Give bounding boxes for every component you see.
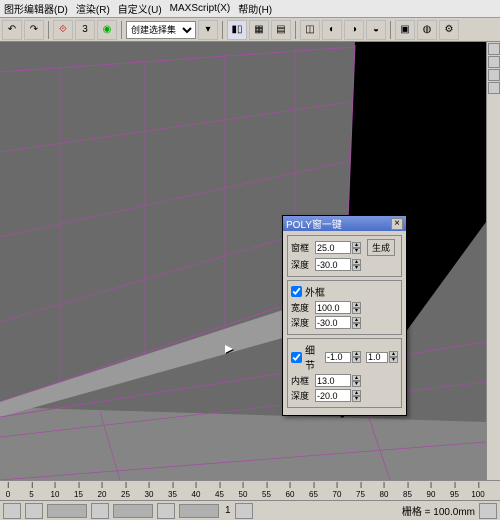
create-tab[interactable] bbox=[488, 43, 500, 55]
status-bar: 1 栅格 = 100.0mm bbox=[0, 500, 500, 520]
command-panel bbox=[486, 42, 500, 480]
poly-window-dialog: POLY窗一键 × 窗框 ▴▾ 生成 深度 ▴▾ 外框 宽度 ▴▾ 深度 ▴▾ bbox=[282, 215, 407, 416]
depth-spinner-1[interactable]: ▴▾ bbox=[315, 258, 361, 271]
grid-label: 栅格 = 100.0mm bbox=[402, 503, 475, 518]
status-button-1[interactable] bbox=[3, 503, 21, 519]
menu-help[interactable]: 帮助(H) bbox=[238, 1, 272, 16]
status-button-6[interactable] bbox=[479, 503, 497, 519]
link-button[interactable]: ⟐ bbox=[53, 20, 73, 40]
timeline[interactable]: 0510152025303540455055606570758085909510… bbox=[0, 480, 500, 500]
modify-tab[interactable] bbox=[488, 56, 500, 68]
separator bbox=[222, 21, 223, 39]
spinner-snap-button[interactable]: ◒ bbox=[366, 20, 386, 40]
depth-label-1: 深度 bbox=[291, 258, 313, 271]
detail-checkbox[interactable]: 细节 ▴▾ ▴▾ bbox=[291, 342, 398, 372]
align-button[interactable]: ▦ bbox=[249, 20, 269, 40]
mirror-button[interactable]: ▮▯ bbox=[227, 20, 247, 40]
dropdown-arrow[interactable]: ▾ bbox=[198, 20, 218, 40]
status-num: 1 bbox=[225, 505, 231, 516]
status-input-3[interactable] bbox=[179, 504, 219, 518]
depth-label-3: 深度 bbox=[291, 389, 313, 402]
separator bbox=[390, 21, 391, 39]
hierarchy-tab[interactable] bbox=[488, 69, 500, 81]
close-icon[interactable]: × bbox=[391, 218, 403, 230]
depth-label-2: 深度 bbox=[291, 316, 313, 329]
selection-set-dropdown[interactable]: 创建选择集 bbox=[126, 21, 196, 39]
group-detail: 细节 ▴▾ ▴▾ 内框 ▴▾ 深度 ▴▾ bbox=[287, 338, 402, 408]
status-button-4[interactable] bbox=[157, 503, 175, 519]
layers-button[interactable]: ▤ bbox=[271, 20, 291, 40]
percent-snap-button[interactable]: ◑ bbox=[344, 20, 364, 40]
viewport-3d[interactable] bbox=[0, 42, 486, 480]
bind-button[interactable]: ◉ bbox=[97, 20, 117, 40]
status-input-1[interactable] bbox=[47, 504, 87, 518]
status-button-5[interactable] bbox=[235, 503, 253, 519]
redo-button[interactable]: ↷ bbox=[24, 20, 44, 40]
width-spinner[interactable]: ▴▾ bbox=[315, 301, 361, 314]
undo-button[interactable]: ↶ bbox=[2, 20, 22, 40]
outer-frame-checkbox[interactable]: 外框 bbox=[291, 284, 398, 299]
separator bbox=[295, 21, 296, 39]
motion-tab[interactable] bbox=[488, 82, 500, 94]
snap-button[interactable]: ◫ bbox=[300, 20, 320, 40]
status-button-2[interactable] bbox=[25, 503, 43, 519]
viewport-wireframe bbox=[0, 42, 486, 480]
menu-customize[interactable]: 自定义(U) bbox=[118, 1, 162, 16]
menu-render[interactable]: 渲染(R) bbox=[76, 1, 110, 16]
separator bbox=[121, 21, 122, 39]
dialog-title: POLY窗一键 bbox=[286, 216, 342, 231]
group-outer: 外框 宽度 ▴▾ 深度 ▴▾ bbox=[287, 280, 402, 335]
frame-label: 窗框 bbox=[291, 241, 313, 254]
depth-spinner-2[interactable]: ▴▾ bbox=[315, 316, 361, 329]
frame-spinner[interactable]: ▴▾ bbox=[315, 241, 361, 254]
toolbar: ↶ ↷ ⟐ 3 ◉ 创建选择集 ▾ ▮▯ ▦ ▤ ◫ ◐ ◑ ◒ ▣ ◍ ⚙ bbox=[0, 18, 500, 42]
menu-maxscript[interactable]: MAXScript(X) bbox=[170, 3, 231, 14]
time-ruler[interactable]: 0510152025303540455055606570758085909510… bbox=[0, 481, 500, 501]
status-input-2[interactable] bbox=[113, 504, 153, 518]
generate-button[interactable]: 生成 bbox=[367, 239, 395, 256]
named-selection-button[interactable]: ▣ bbox=[395, 20, 415, 40]
angle-snap-button[interactable]: ◐ bbox=[322, 20, 342, 40]
separator bbox=[48, 21, 49, 39]
depth-spinner-3[interactable]: ▴▾ bbox=[315, 389, 361, 402]
status-button-3[interactable] bbox=[91, 503, 109, 519]
menu-bar: 图形编辑器(D) 渲染(R) 自定义(U) MAXScript(X) 帮助(H) bbox=[0, 0, 500, 18]
width-label: 宽度 bbox=[291, 301, 313, 314]
inner-label: 内框 bbox=[291, 374, 313, 387]
inner-spinner[interactable]: ▴▾ bbox=[315, 374, 361, 387]
dialog-titlebar[interactable]: POLY窗一键 × bbox=[283, 216, 406, 231]
menu-graphics-editor[interactable]: 图形编辑器(D) bbox=[4, 1, 68, 16]
render-setup-button[interactable]: ⚙ bbox=[439, 20, 459, 40]
unlink-button[interactable]: 3 bbox=[75, 20, 95, 40]
group-frame: 窗框 ▴▾ 生成 深度 ▴▾ bbox=[287, 235, 402, 277]
material-button[interactable]: ◍ bbox=[417, 20, 437, 40]
